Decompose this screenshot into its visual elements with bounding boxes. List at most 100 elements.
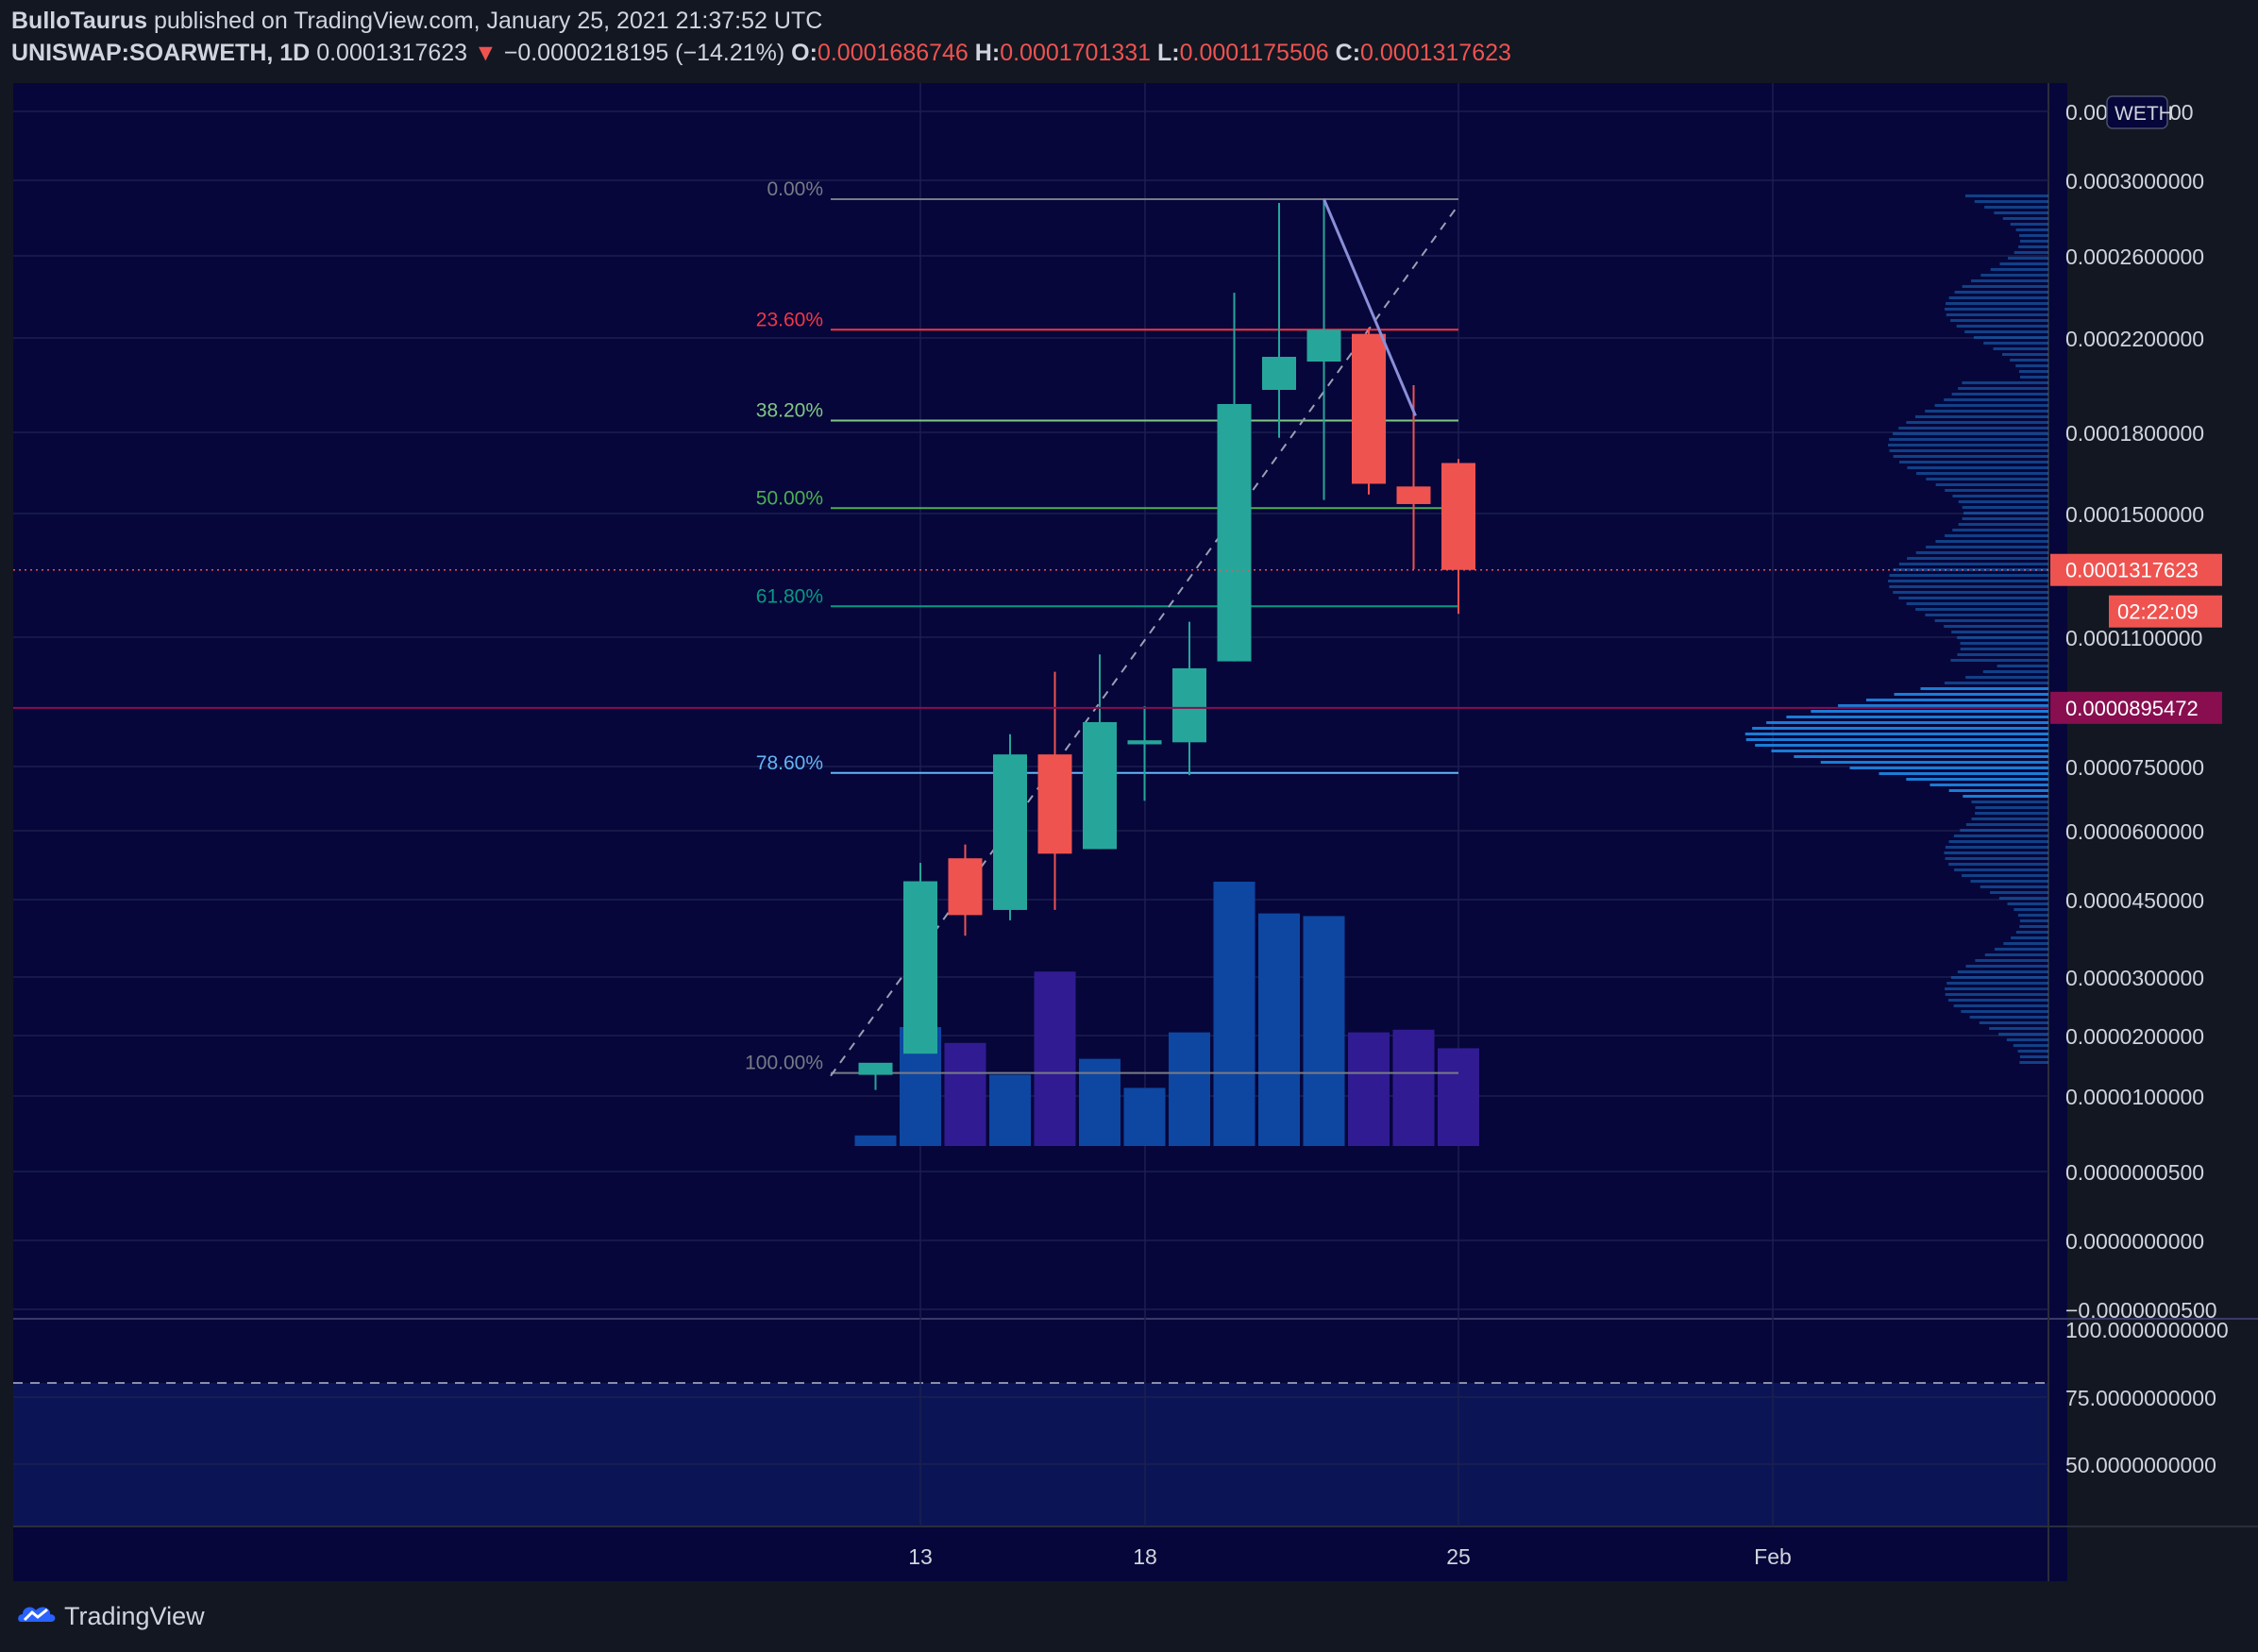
- profile-bar: [2019, 925, 2048, 928]
- poc-tag-label: 0.0000895472: [2065, 697, 2199, 720]
- profile-bar: [1945, 534, 2048, 537]
- profile-bar: [1960, 642, 2048, 645]
- profile-bar: [2019, 919, 2048, 922]
- profile-bar: [1811, 710, 2048, 713]
- lower-pane-tick-label: 50.0000000000: [2065, 1453, 2216, 1477]
- profile-bar: [1945, 987, 2048, 990]
- profile-bar: [1957, 636, 2048, 639]
- price-tick-label: 0.0000750000: [2065, 755, 2204, 780]
- profile-bar: [1934, 404, 2048, 407]
- profile-bar: [1953, 1004, 2048, 1007]
- profile-bar: [1888, 444, 2048, 447]
- profile-bar: [1962, 517, 2048, 520]
- candle-body: [1037, 754, 1072, 854]
- profile-bar: [2019, 1061, 2048, 1064]
- price-axis[interactable]: 0.0002600000 0.0002200000 0.0001800000 0.00…: [2050, 95, 2229, 1477]
- profile-bar: [1998, 1033, 2048, 1036]
- price-tick-label: 0.0000300000: [2065, 966, 2204, 990]
- profile-bar: [1997, 665, 2048, 667]
- profile-bar: [1990, 268, 2048, 271]
- low-label: L:: [1157, 40, 1180, 66]
- profile-bar: [1973, 336, 2048, 339]
- published-text: published on TradingView.com, January 25…: [153, 8, 823, 34]
- profile-bar: [2018, 370, 2048, 373]
- high-label: H:: [974, 40, 1001, 66]
- candle-body: [1352, 333, 1386, 484]
- profile-bar: [1962, 506, 2048, 509]
- profile-bar: [1958, 387, 2048, 390]
- profile-bar: [1958, 500, 2048, 503]
- time-tick-label: 13: [908, 1544, 933, 1569]
- profile-bar: [1945, 846, 2048, 849]
- candle-body: [993, 754, 1027, 910]
- profile-bar: [1958, 523, 2048, 526]
- tradingview-logo-icon[interactable]: [17, 1601, 59, 1627]
- profile-bar: [1755, 744, 2048, 747]
- time-tick-label: 18: [1133, 1544, 1157, 1569]
- open-label: O:: [791, 40, 817, 66]
- profile-bar: [1889, 585, 2048, 588]
- brand-name[interactable]: TradingView: [64, 1602, 205, 1631]
- profile-bar: [2007, 257, 2048, 260]
- profile-bar: [1948, 840, 2048, 843]
- profile-bar: [1963, 512, 2048, 514]
- profile-bar: [1962, 285, 2048, 288]
- profile-bar: [1961, 1010, 2048, 1013]
- profile-bar: [2018, 245, 2048, 248]
- profile-bar: [2017, 1050, 2048, 1053]
- profile-bar: [1925, 614, 2048, 616]
- chart-header: BulloTaurus published on TradingView.com…: [0, 0, 2258, 83]
- profile-bar: [1971, 818, 2048, 820]
- profile-bar: [1944, 851, 2048, 854]
- publish-line: BulloTaurus published on TradingView.com…: [11, 8, 822, 35]
- profile-bar: [1975, 812, 2048, 815]
- price-tick-label: 0.0001500000: [2065, 502, 2204, 527]
- price-tick-label: 0.0000100000: [2065, 1085, 2204, 1109]
- profile-bar: [1984, 953, 2048, 956]
- profile-bar: [1994, 948, 2048, 951]
- symbol-label[interactable]: UNISWAP:SOARWETH, 1D: [11, 40, 310, 66]
- profile-bar: [1865, 699, 2048, 701]
- profile-bar: [1963, 795, 2048, 798]
- close-label: C:: [1335, 40, 1361, 66]
- volume-bar: [1079, 1058, 1121, 1146]
- profile-bar: [1915, 608, 2048, 611]
- volume-bar: [1303, 916, 1345, 1146]
- profile-bar: [1956, 325, 2048, 328]
- profile-bar: [1944, 682, 2048, 684]
- profile-bar: [1899, 461, 2048, 464]
- profile-bar: [1820, 761, 2048, 764]
- candle-body: [1172, 667, 1206, 743]
- price-chart[interactable]: 0.00% 23.60% 38.20% 50.00% 61.80% 78.60% 100.0…: [0, 0, 2258, 1652]
- profile-bar: [1946, 982, 2048, 985]
- low-value: 0.0001175506: [1179, 40, 1329, 66]
- profile-bar: [1752, 727, 2048, 730]
- profile-bar: [1975, 806, 2048, 809]
- close-value: 0.0001317623: [1360, 40, 1511, 66]
- price-tick-label: 0.0000200000: [2065, 1024, 2204, 1049]
- profile-bar: [1934, 619, 2048, 622]
- profile-bar: [2019, 240, 2048, 243]
- profile-bar: [1889, 438, 2048, 441]
- profile-bar: [1907, 557, 2048, 560]
- profile-bar: [1907, 466, 2048, 469]
- profile-bar: [1952, 495, 2048, 497]
- author-name[interactable]: BulloTaurus: [11, 8, 147, 34]
- profile-bar: [2014, 908, 2048, 911]
- profile-bar: [2013, 1044, 2048, 1047]
- price-tick-label: 0.0000450000: [2065, 888, 2204, 913]
- profile-bar: [1962, 874, 2048, 877]
- volume-bar: [1213, 882, 1255, 1146]
- profile-bar: [1965, 676, 2048, 679]
- down-arrow-icon: ▼: [474, 40, 497, 66]
- candle-body: [1083, 721, 1117, 850]
- profile-bar: [1989, 1027, 2048, 1030]
- fib-level-label: 38.20%: [756, 400, 823, 422]
- profile-bar: [1898, 563, 2048, 565]
- profile-bar: [1950, 319, 2048, 322]
- profile-bar: [1983, 342, 2048, 345]
- profile-bar: [1954, 868, 2048, 871]
- candle-body: [1262, 357, 1296, 390]
- fib-level-label: 100.00%: [745, 1053, 823, 1074]
- fib-level-label: 61.80%: [756, 585, 823, 607]
